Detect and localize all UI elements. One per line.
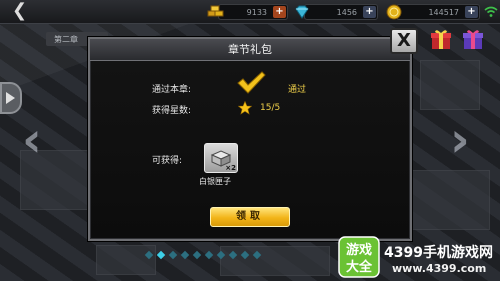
- watermark-logo-line1: 游戏: [346, 242, 372, 258]
- stars-earned-value: 15/5: [260, 103, 281, 113]
- diamond-value: 1456: [336, 8, 357, 17]
- claim-button[interactable]: 领取: [210, 207, 290, 227]
- reward-item-slot[interactable]: ×2: [204, 143, 238, 173]
- star-icon: [238, 101, 252, 115]
- gold-coin-counter: 144517 +: [386, 4, 480, 20]
- back-chevron-icon[interactable]: ❮: [12, 2, 30, 22]
- pass-chapter-label: 通过本章:: [152, 85, 192, 95]
- add-gold-bars-button[interactable]: +: [273, 6, 286, 18]
- add-gold-coin-button[interactable]: +: [465, 6, 478, 18]
- gold-bars-icon: [207, 5, 224, 17]
- watermark-logo: 游戏 大全: [338, 236, 380, 278]
- stars-earned-label: 获得星数:: [152, 106, 192, 116]
- gold-bars-counter: 9133 +: [207, 4, 288, 20]
- gold-coin-value: 144517: [428, 8, 459, 17]
- diamond-counter: 1456 +: [295, 4, 378, 20]
- top-bar: ❮ 9133 + 1456 + 144517 +: [0, 0, 500, 24]
- pass-status-value: 通过: [288, 85, 307, 95]
- watermark-url: www.4399.com: [392, 262, 487, 275]
- previous-page-arrow-icon[interactable]: ‹: [22, 116, 52, 164]
- gift-box-icon[interactable]: [462, 28, 484, 50]
- gold-bars-value: 9133: [246, 8, 267, 17]
- chapter-gift-dialog: 章节礼包 X 通过本章: 通过 获得星数: 15/5 可获得: ×2 白银匣子 …: [88, 28, 418, 241]
- close-button[interactable]: X: [390, 28, 418, 54]
- add-diamond-button[interactable]: +: [363, 6, 376, 18]
- diamond-icon: [295, 5, 309, 19]
- wifi-icon: [484, 6, 498, 17]
- reward-item-name: 白银匣子: [199, 177, 231, 186]
- reward-count: ×2: [225, 164, 236, 172]
- next-page-arrow-icon[interactable]: ›: [450, 116, 480, 164]
- reward-label: 可获得:: [152, 156, 183, 166]
- watermark-logo-line2: 大全: [346, 259, 373, 275]
- gift-box-icon[interactable]: [430, 28, 452, 50]
- gold-coin-icon: [386, 4, 402, 20]
- check-mark-icon: [237, 71, 266, 94]
- side-expand-button[interactable]: [0, 82, 22, 114]
- dialog-title: 章节礼包: [90, 39, 410, 61]
- watermark-title: 4399手机游戏网: [384, 245, 493, 261]
